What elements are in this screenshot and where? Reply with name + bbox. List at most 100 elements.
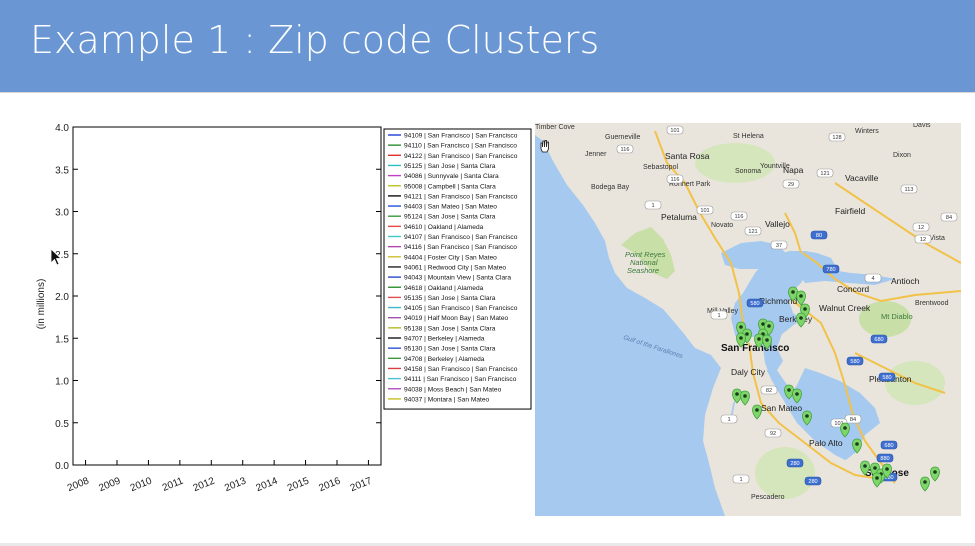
y-tick-label: 3.5 (55, 165, 69, 176)
map-place-label: Davis (913, 123, 931, 129)
svg-text:1: 1 (727, 417, 730, 423)
map-route-shield: 1 (644, 200, 662, 210)
legend-entry: 94109 | San Francisco | San Francisco (404, 133, 518, 140)
map-place-label: Brentwood (915, 300, 949, 307)
map-marker-icon[interactable] (840, 422, 850, 438)
svg-text:82: 82 (766, 388, 772, 394)
legend-entry: 95124 | San Jose | Santa Clara (404, 214, 496, 221)
svg-text:680: 680 (874, 337, 883, 343)
map-place-label: Seashore (627, 266, 659, 275)
svg-text:116: 116 (621, 147, 630, 153)
svg-text:780: 780 (826, 267, 835, 273)
map-place-label: Bodega Bay (591, 184, 630, 191)
svg-text:580: 580 (750, 301, 759, 307)
svg-text:1: 1 (651, 203, 654, 209)
legend-entry: 95125 | San Jose | Santa Clara (404, 163, 496, 170)
map-route-shield: 1 (732, 474, 750, 484)
legend-entry: 94610 | Oakland | Alameda (404, 224, 484, 231)
map-place-label: Vacaville (845, 173, 879, 183)
map-place-label: Mt Diablo (881, 312, 913, 321)
legend-entry: 94110 | San Francisco | San Francisco (404, 143, 517, 150)
svg-text:580: 580 (882, 375, 891, 381)
svg-text:37: 37 (776, 243, 782, 249)
y-tick-label: 4.0 (55, 123, 69, 134)
svg-text:116: 116 (735, 214, 744, 220)
map-route-shield: 80 (810, 230, 828, 240)
legend-entry: 94404 | Foster City | San Mateo (404, 254, 497, 261)
legend-entry: 95138 | San Jose | Santa Clara (404, 325, 496, 332)
map-place-label: Guerneville (605, 134, 641, 141)
svg-text:12: 12 (920, 237, 926, 243)
map-route-shield: 680 (880, 440, 898, 450)
map-place-label: San Mateo (761, 403, 802, 413)
svg-text:116: 116 (671, 177, 680, 183)
svg-text:580: 580 (850, 359, 859, 365)
svg-text:280: 280 (790, 461, 799, 467)
legend-entry: 94038 | Moss Beach | San Mateo (404, 386, 502, 393)
mouse-cursor-icon (50, 248, 62, 266)
map-route-shield: 84 (844, 414, 862, 424)
map-place-label: Palo Alto (809, 438, 843, 448)
y-tick-label: 1.0 (55, 377, 69, 388)
svg-text:4: 4 (871, 276, 874, 282)
bay-area-map[interactable]: Timber Cove Guerneville St Helena Winters Da… (535, 123, 961, 516)
legend-entry: 94037 | Montara | San Mateo (404, 396, 490, 403)
map-route-shield: 12 (914, 234, 932, 244)
map-route-shield: 580 (746, 298, 764, 308)
map-route-shield: 113 (900, 184, 918, 194)
map-place-label: Timber Cove (535, 124, 575, 131)
map-route-shield: 121 (816, 168, 834, 178)
x-tick-label: 2017 (349, 475, 374, 494)
legend-entry: 95008 | Campbell | Santa Clara (404, 183, 496, 190)
map-route-shield: 116 (616, 144, 634, 154)
map-route-shield: 116 (730, 211, 748, 221)
y-tick-label: 0.0 (55, 461, 69, 472)
map-place-label: San Francisco (721, 343, 789, 354)
map-place-label: Santa Rosa (665, 151, 710, 161)
svg-text:121: 121 (748, 229, 757, 235)
map-route-shield: 29 (782, 179, 800, 189)
map-route-shield: 780 (822, 264, 840, 274)
svg-text:128: 128 (832, 135, 841, 141)
map-place-label: St Helena (733, 133, 764, 140)
svg-text:1: 1 (739, 477, 742, 483)
map-route-shield: 101 (696, 205, 714, 215)
x-tick-label: 2010 (129, 475, 154, 494)
price-line-chart: 0.00.51.01.52.02.53.03.54.02008 2009 2010 2… (36, 123, 532, 494)
map-route-shield: 121 (744, 226, 762, 236)
map-place-label: Dixon (893, 152, 911, 159)
svg-text:680: 680 (884, 443, 893, 449)
header-divider (0, 92, 975, 93)
map-place-label: Pescadero (751, 494, 785, 501)
svg-text:121: 121 (820, 171, 829, 177)
plot-frame (72, 126, 382, 466)
map-route-shield: 580 (846, 356, 864, 366)
map-route-shield: 280 (804, 476, 822, 486)
map-hand-cursor-icon (540, 140, 549, 153)
map-place-label: Fairfield (835, 206, 866, 216)
svg-text:29: 29 (788, 182, 794, 188)
svg-text:101: 101 (700, 208, 709, 214)
legend-entry: 94618 | Oakland | Alameda (404, 285, 484, 292)
legend-entry: 94707 | Berkeley | Alameda (404, 336, 485, 343)
legend-entry: 94116 | San Francisco | San Francisco (404, 244, 517, 251)
y-axis-label: (in millions) (36, 279, 47, 330)
map-place-label: Antioch (891, 276, 920, 286)
y-tick-label: 3.0 (55, 208, 69, 219)
map-place-label: Daly City (731, 367, 766, 377)
y-tick-label: 0.5 (55, 419, 69, 430)
svg-text:92: 92 (770, 431, 776, 437)
svg-text:1: 1 (717, 313, 720, 319)
map-route-shield: 101 (666, 125, 684, 135)
x-tick-label: 2008 (66, 475, 91, 494)
legend-entry: 94061 | Redwood City | San Mateo (404, 264, 506, 271)
legend-entry: 94043 | Mountain View | Santa Clara (404, 275, 511, 282)
legend-entry: 95135 | San Jose | Santa Clara (404, 295, 496, 302)
x-tick-label: 2016 (317, 475, 342, 494)
x-tick-label: 2009 (97, 475, 122, 494)
legend-entry: 94105 | San Francisco | San Francisco (404, 305, 518, 312)
legend-entry: 94122 | San Francisco | San Francisco (404, 153, 518, 160)
map-park-santacruz (755, 447, 815, 499)
map-route-shield: 116 (666, 174, 684, 184)
map-place-label: Gulf of the Farallones (622, 334, 684, 360)
